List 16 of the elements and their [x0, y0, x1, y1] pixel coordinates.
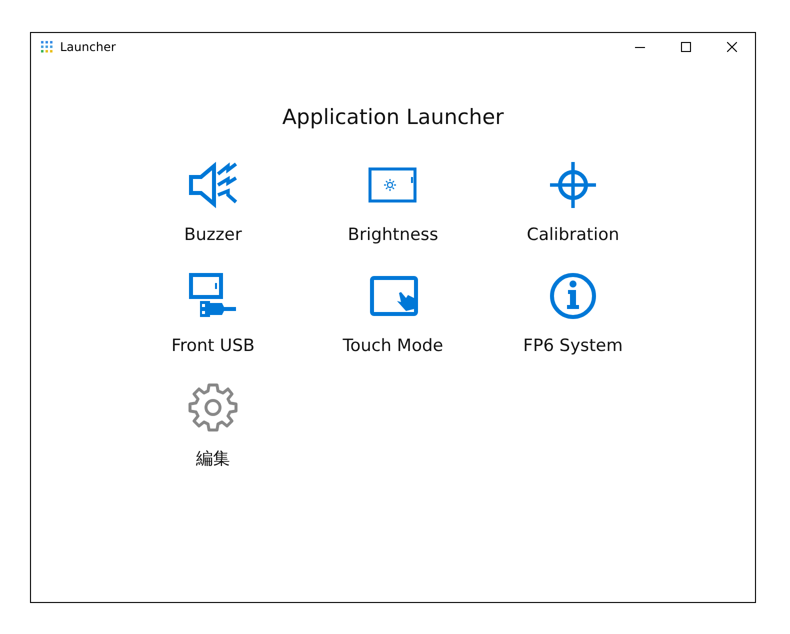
- app-label[interactable]: Buzzer: [184, 225, 242, 245]
- app-label[interactable]: FP6 System: [523, 336, 623, 356]
- app-label[interactable]: Calibration: [526, 225, 620, 245]
- maximize-icon: [681, 42, 691, 52]
- window-title: Launcher: [60, 40, 116, 54]
- speaker-icon[interactable]: [188, 160, 238, 210]
- close-icon: [727, 42, 737, 52]
- app-label[interactable]: Touch Mode: [342, 336, 444, 356]
- app-label[interactable]: Front USB: [171, 336, 255, 356]
- settings-icon[interactable]: [188, 382, 238, 432]
- info-icon[interactable]: [548, 271, 598, 321]
- crosshair-icon[interactable]: [548, 160, 598, 210]
- app-label[interactable]: 編集: [196, 447, 230, 470]
- page-heading: Application Launcher: [281, 105, 505, 131]
- app-label[interactable]: Brightness: [348, 225, 438, 245]
- app-icon: [41, 41, 53, 53]
